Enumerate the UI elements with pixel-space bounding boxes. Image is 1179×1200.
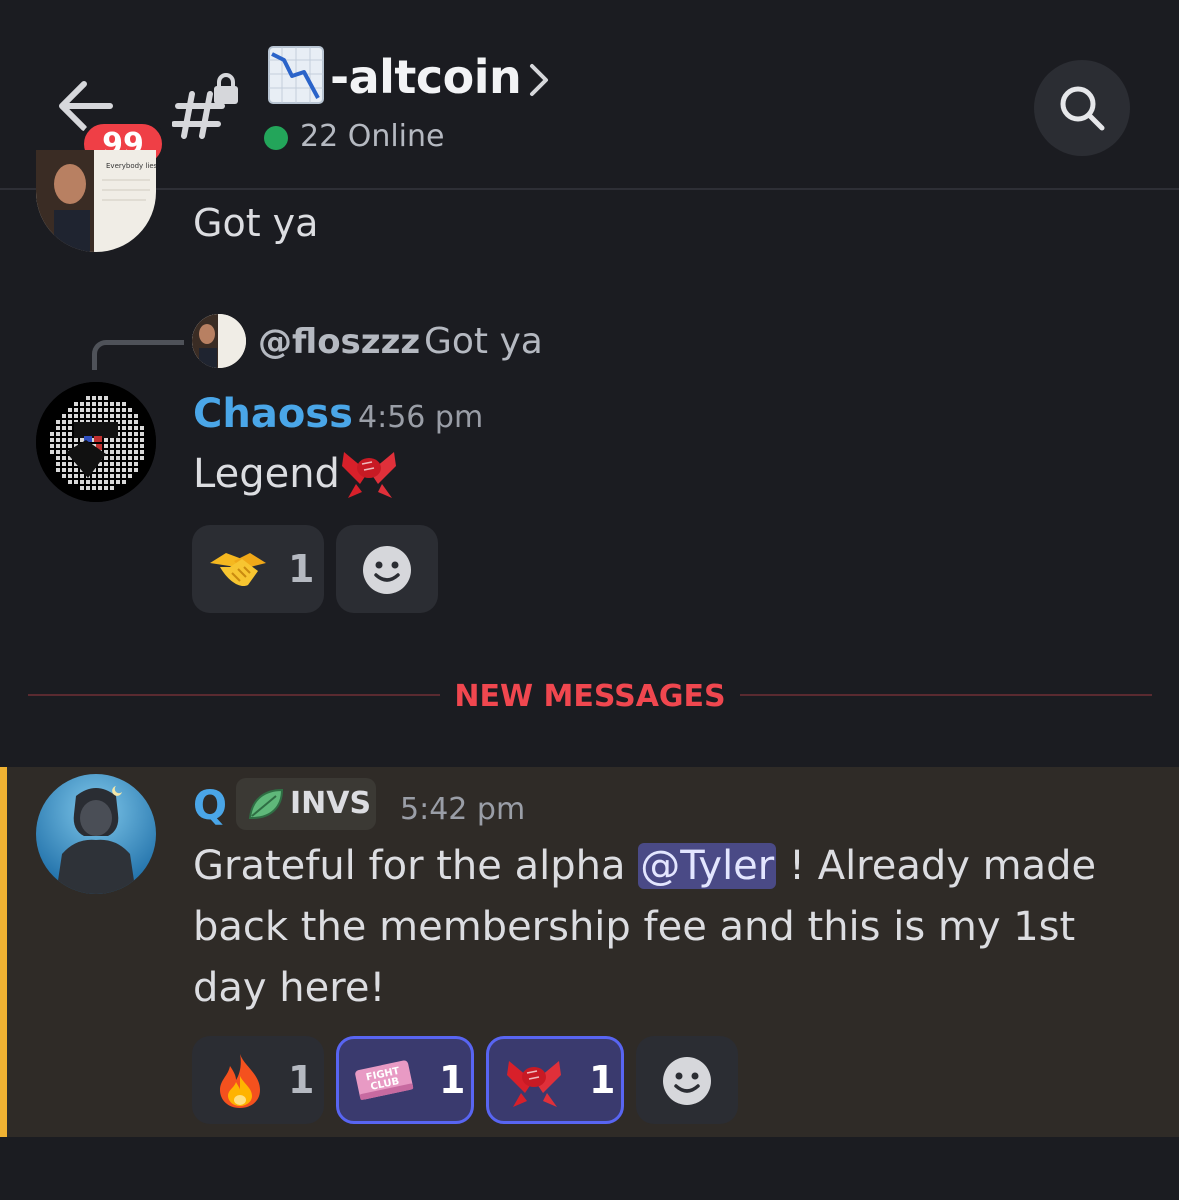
svg-text:Everybody lies.: Everybody lies. [106,162,156,170]
timestamp: 5:42 pm [400,792,526,827]
chart-decreasing-emoji [268,46,324,104]
avatar[interactable]: Everybody lies. [36,150,156,252]
reply-connector [92,340,184,370]
message-text: Got ya [193,201,319,245]
reaction-count: 1 [288,547,315,591]
handshake-fist-emoji [507,1061,561,1107]
reaction-handshake[interactable]: 1 [192,525,324,613]
reaction-count: 1 [589,1058,616,1102]
divider-line [28,694,440,696]
reply-avatar [192,314,246,368]
handshake-fist-emoji [338,444,400,500]
reaction-fight-club[interactable]: FIGHT CLUB 1 [336,1036,474,1124]
channel-name[interactable]: -altcoin [330,48,522,106]
avatar[interactable] [36,774,156,894]
reply-username[interactable]: @floszzz [258,318,420,366]
search-button[interactable] [1034,60,1130,156]
search-icon [1060,86,1105,131]
chevron-right-icon[interactable] [524,60,554,100]
leaf-icon [246,786,286,822]
divider-line [740,694,1152,696]
locked-hash-icon [171,72,242,142]
avatar[interactable] [36,382,156,502]
reaction-handshake-fist[interactable]: 1 [486,1036,624,1124]
new-messages-divider: NEW MESSAGES [454,679,726,714]
smiley-icon [363,546,411,594]
server-tag-label: INVS [290,786,372,821]
reply-preview-text[interactable]: Got ya [424,318,543,366]
handshake-emoji [210,553,266,587]
username[interactable]: Q [193,780,227,832]
username[interactable]: Chaoss [193,388,353,440]
reaction-fire[interactable]: 1 [192,1036,324,1124]
bottom-area [0,1137,1179,1200]
timestamp: 4:56 pm [358,400,484,435]
user-mention[interactable]: @Tyler [638,843,777,889]
smiley-icon [663,1057,711,1105]
fire-emoji [220,1054,260,1108]
online-count: 22 Online [300,119,445,154]
mention-highlight-bar [0,767,7,1137]
add-reaction-button[interactable] [636,1036,738,1124]
message-text-part: Grateful for the alpha [193,843,639,889]
fight-club-emoji: FIGHT CLUB [355,1060,414,1100]
reaction-count: 1 [288,1058,315,1102]
message-text: Grateful for the alpha @Tyler ! Already … [193,836,1143,1019]
message-text: Legend [193,451,340,497]
reaction-count: 1 [439,1058,466,1102]
online-status-dot [264,126,288,150]
add-reaction-button[interactable] [336,525,438,613]
